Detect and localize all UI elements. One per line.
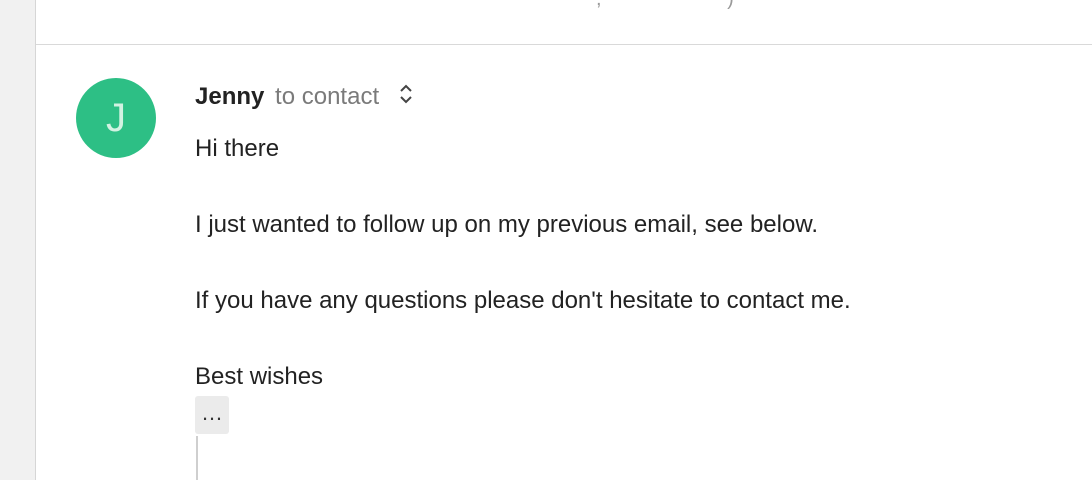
body-line-greeting: Hi there: [195, 135, 280, 162]
message-header: Jenny to contact: [195, 82, 416, 111]
left-gutter: [0, 0, 36, 480]
chevron-up-down-icon[interactable]: [396, 82, 416, 106]
message-body: Hi there I just wanted to follow up on m…: [195, 134, 851, 395]
recipient-text: to contact: [275, 83, 380, 110]
clipped-text: , ): [596, 0, 794, 11]
body-line-signoff: Best wishes: [195, 363, 324, 390]
sender-name[interactable]: Jenny: [195, 83, 264, 110]
show-trimmed-content-button[interactable]: …: [195, 396, 229, 434]
avatar-initial: J: [106, 96, 126, 140]
body-line-followup: I just wanted to follow up on my previou…: [195, 211, 818, 238]
avatar: J: [76, 78, 156, 158]
message-panel: , ) J Jenny to contact Hi there I just w…: [36, 0, 1092, 480]
previous-message-strip: , ): [36, 0, 1092, 45]
quoted-text-bar: [196, 436, 198, 480]
body-line-questions: If you have any questions please don't h…: [195, 287, 851, 314]
